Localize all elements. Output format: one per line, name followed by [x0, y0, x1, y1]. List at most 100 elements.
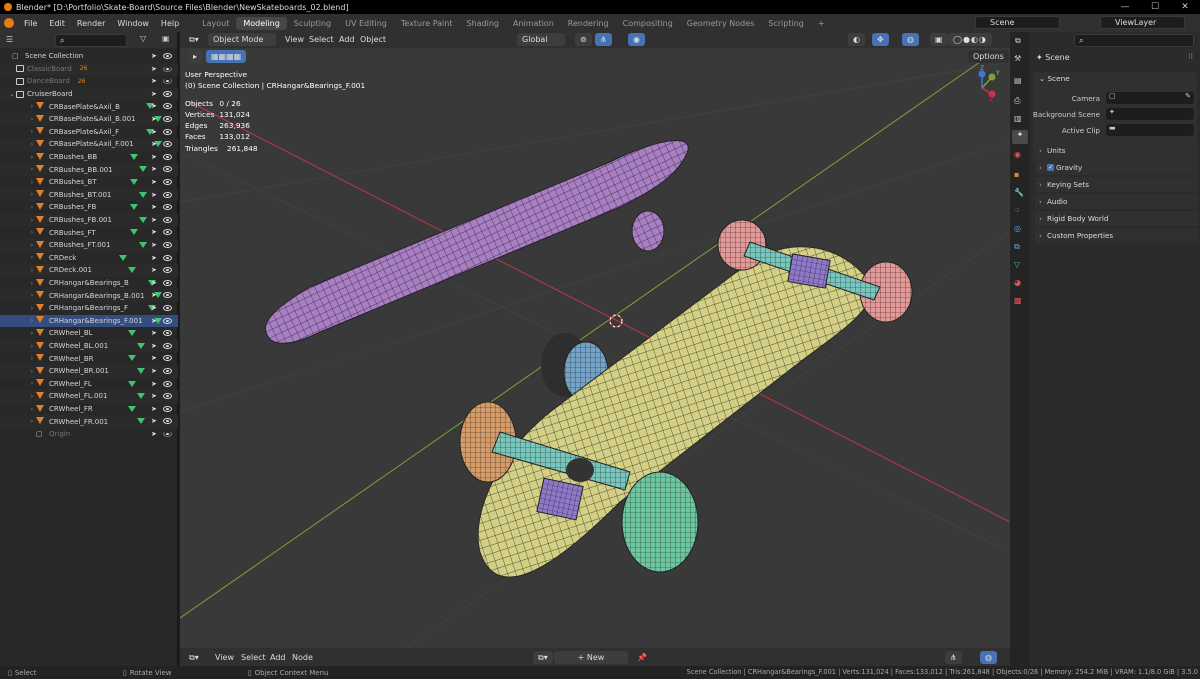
tab-modeling[interactable]: Modeling	[236, 16, 287, 30]
tab-compositing[interactable]: Compositing	[616, 17, 680, 30]
outliner-object[interactable]: › CRHangar&Bearings_B ➤	[0, 277, 178, 290]
selectable-toggle-icon[interactable]: ➤	[151, 304, 158, 312]
visibility-eye-icon[interactable]	[163, 90, 172, 97]
overlay-toggle-icon[interactable]: ◍	[902, 33, 919, 46]
mesh-data-icon[interactable]	[136, 342, 145, 351]
visibility-eye-icon[interactable]	[163, 153, 172, 160]
mesh-data-icon[interactable]	[139, 166, 147, 174]
selectable-toggle-icon[interactable]: ➤	[151, 102, 158, 110]
editor-type-icon[interactable]: ⧉	[1015, 36, 1021, 46]
selectable-toggle-icon[interactable]: ➤	[151, 241, 158, 249]
expand-toggle-icon[interactable]: ›	[28, 204, 36, 211]
tab-shading[interactable]: Shading	[459, 17, 506, 30]
selectable-toggle-icon[interactable]: ➤	[151, 430, 158, 438]
visibility-icon[interactable]: ◐	[848, 33, 865, 46]
physics-tab-icon[interactable]: ◎	[1014, 224, 1021, 233]
visibility-eye-icon[interactable]	[163, 330, 172, 337]
expand-toggle-icon[interactable]: ›	[28, 191, 36, 198]
mesh-data-icon[interactable]	[139, 242, 147, 250]
visibility-eye-icon[interactable]	[163, 380, 172, 387]
mesh-data-icon[interactable]	[128, 380, 136, 389]
object-tab-icon[interactable]: ▪	[1014, 170, 1019, 179]
outliner-object[interactable]: › CRBushes_FT.001 ➤	[0, 239, 178, 252]
options-button[interactable]: Options	[968, 50, 1009, 63]
selectable-toggle-icon[interactable]: ➤	[151, 153, 158, 161]
menu-window[interactable]: Window	[111, 19, 155, 28]
camera-field[interactable]: ▢ ✎	[1106, 92, 1194, 104]
scene-selector[interactable]: Scene	[975, 16, 1060, 29]
expand-toggle-icon[interactable]: ›	[28, 128, 36, 135]
visibility-eye-icon[interactable]	[163, 141, 172, 148]
expand-toggle-icon[interactable]: ›	[28, 116, 36, 123]
selectable-toggle-icon[interactable]: ➤	[151, 317, 158, 325]
panel-gravity[interactable]: ✓ Gravity	[1035, 160, 1198, 175]
visibility-eye-icon[interactable]	[163, 279, 172, 286]
mesh-data-icon[interactable]	[139, 216, 147, 225]
menu-object[interactable]: Object	[355, 33, 391, 46]
visibility-eye-icon[interactable]	[163, 317, 172, 324]
visibility-eye-icon[interactable]	[163, 116, 172, 122]
mesh-data-icon[interactable]	[128, 330, 136, 338]
panel-audio[interactable]: Audio	[1035, 194, 1198, 209]
maximize-button[interactable]: ☐	[1140, 0, 1170, 14]
visibility-eye-icon[interactable]	[163, 78, 172, 85]
gravity-checkbox[interactable]: ✓	[1047, 164, 1054, 171]
expand-toggle-icon[interactable]: ›	[28, 380, 36, 387]
transform-orientation-selector[interactable]: Global	[517, 33, 565, 46]
visibility-eye-icon[interactable]	[163, 267, 172, 274]
visibility-eye-icon[interactable]	[163, 179, 172, 185]
xray-icon[interactable]: ▣	[930, 33, 948, 46]
selectable-toggle-icon[interactable]: ➤	[151, 329, 158, 337]
visibility-eye-icon[interactable]	[163, 204, 172, 211]
scene-section-header[interactable]: ⌄ Scene	[1039, 74, 1070, 83]
mesh-data-icon[interactable]	[130, 229, 139, 237]
constraints-tab-icon[interactable]: ⧉	[1014, 242, 1020, 252]
outliner-object[interactable]: › CRBasePlate&Axil_B ➤	[0, 100, 178, 113]
tab-rendering[interactable]: Rendering	[561, 17, 616, 30]
visibility-eye-icon[interactable]	[163, 166, 172, 173]
visibility-eye-icon[interactable]	[163, 405, 172, 412]
outliner-object[interactable]: › CRDeck ➤	[0, 252, 178, 265]
mesh-data-icon[interactable]	[136, 368, 145, 376]
texture-tab-icon[interactable]: ▩	[1014, 296, 1022, 305]
mesh-data-icon[interactable]	[128, 405, 136, 414]
menu-edit[interactable]: Edit	[43, 19, 71, 28]
visibility-eye-icon[interactable]	[163, 342, 172, 349]
outliner-object[interactable]: › CRHangar&Bearings_F ➤	[0, 302, 178, 315]
expand-toggle-icon[interactable]: ›	[28, 343, 36, 350]
visibility-eye-icon[interactable]	[163, 65, 172, 72]
panel-units[interactable]: Units	[1035, 143, 1198, 158]
selectable-toggle-icon[interactable]: ➤	[151, 392, 158, 400]
selectable-toggle-icon[interactable]: ➤	[151, 115, 158, 123]
mesh-data-icon[interactable]	[136, 418, 145, 426]
outliner-object[interactable]: › CRWheel_BL ➤	[0, 327, 178, 340]
selectable-toggle-icon[interactable]: ➤	[151, 342, 158, 350]
outliner-object[interactable]: › CRBushes_BT.001 ➤	[0, 188, 178, 202]
snap-icon[interactable]: ⋔	[595, 33, 612, 46]
expand-toggle-icon[interactable]: ›	[28, 254, 36, 261]
menu-render[interactable]: Render	[71, 19, 111, 28]
visibility-eye-icon[interactable]	[163, 368, 172, 374]
snap-icon[interactable]: ⋔	[945, 651, 962, 664]
visibility-eye-icon[interactable]	[163, 242, 172, 248]
close-window-button[interactable]: ✕	[1170, 0, 1200, 14]
expand-toggle-icon[interactable]: ›	[28, 179, 36, 186]
outliner-object[interactable]: › CRBasePlate&Axil_B.001 ➤	[0, 113, 178, 126]
visibility-eye-icon[interactable]	[163, 254, 172, 261]
expand-toggle-icon[interactable]: ›	[28, 305, 36, 312]
mesh-data-icon[interactable]	[130, 153, 139, 162]
3d-viewport[interactable]: X Y Z ⧉▾ Object Mode View Select Add Obj…	[180, 32, 1010, 666]
selectable-toggle-icon[interactable]: ➤	[151, 77, 158, 85]
selectable-toggle-icon[interactable]: ➤	[151, 52, 158, 60]
visibility-eye-icon[interactable]	[163, 229, 172, 236]
mode-selector[interactable]: Object Mode	[208, 33, 276, 46]
active-clip-field[interactable]: ▬	[1106, 124, 1194, 136]
outliner-object[interactable]: › CRWheel_FL ➤	[0, 378, 178, 391]
selectable-toggle-icon[interactable]: ➤	[151, 228, 158, 236]
selectable-toggle-icon[interactable]: ➤	[151, 367, 158, 375]
shading-mode-icons[interactable]: ◯●◐◑	[948, 33, 992, 46]
expand-toggle-icon[interactable]: ›	[28, 406, 36, 413]
new-node-tree-button[interactable]: + New	[554, 651, 628, 664]
panel-rigid-body-world[interactable]: Rigid Body World	[1035, 211, 1198, 226]
mesh-data-icon[interactable]	[136, 393, 145, 401]
